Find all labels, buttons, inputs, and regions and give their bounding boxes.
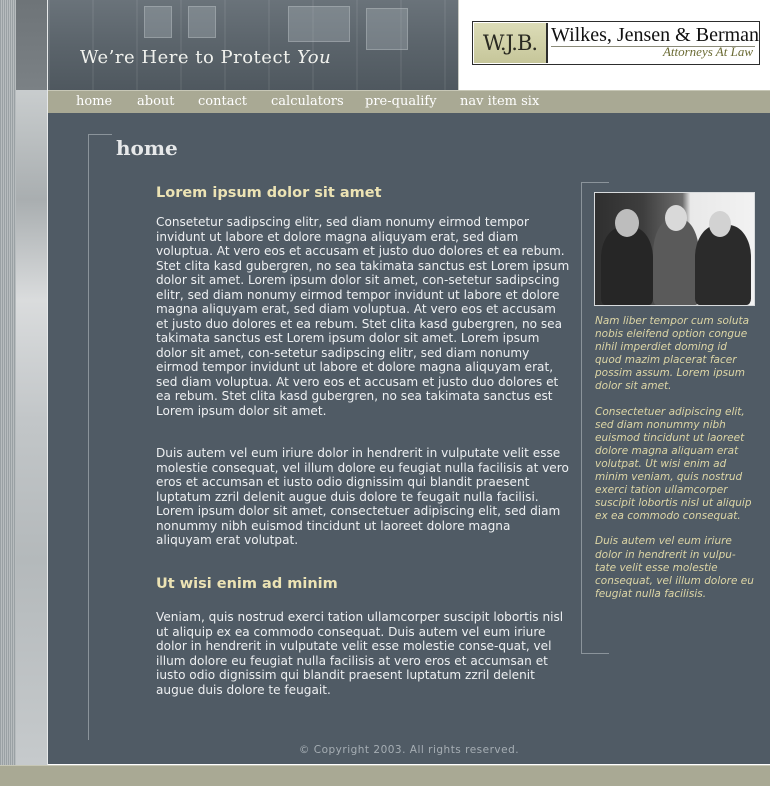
sidebar-paragraph: Duis autem vel eum iriure dolor in hendr… xyxy=(595,535,754,600)
header-banner: We’re Here to Protect You xyxy=(48,0,458,90)
nav-item-six[interactable]: nav item six xyxy=(460,91,539,113)
person-head xyxy=(665,205,687,231)
sidebar-text: Nam liber tempor cum soluta nobis eleife… xyxy=(595,315,755,613)
building-window xyxy=(288,6,350,42)
section-paragraph: Duis autem vel eum iriure dolor in hendr… xyxy=(156,446,569,547)
sidebar-frame-left xyxy=(581,182,582,654)
page-title: home xyxy=(116,136,178,160)
building-window xyxy=(144,6,172,38)
person-figure xyxy=(695,225,751,305)
person-figure xyxy=(653,219,699,305)
tagline-emphasis: You xyxy=(296,47,332,68)
content-frame-left xyxy=(88,134,89,740)
firm-logo[interactable]: W.J.B. Wilkes, Jensen & Berman Attorneys… xyxy=(472,21,760,65)
left-decorative-strip xyxy=(0,0,16,765)
sidebar-frame-bottom xyxy=(581,653,609,654)
nav-item-calculators[interactable]: calculators xyxy=(271,91,344,113)
section-heading: Ut wisi enim ad minim xyxy=(156,576,338,592)
sidebar-frame-top xyxy=(581,182,609,183)
attorneys-photo xyxy=(594,192,755,306)
tagline-prefix: We’re Here to Protect xyxy=(80,47,297,68)
section-heading: Lorem ipsum dolor sit amet xyxy=(156,185,382,201)
nav-item-pre-qualify[interactable]: pre-qualify xyxy=(365,91,437,113)
content-frame-top xyxy=(88,134,112,135)
section-paragraph: Consetetur sadipscing elitr, sed diam no… xyxy=(156,215,570,418)
page: We’re Here to Protect You W.J.B. Wilkes,… xyxy=(0,0,770,786)
building-window xyxy=(366,8,408,50)
sidebar-paragraph: Consectetuer adipiscing elit, sed diam n… xyxy=(595,405,752,523)
logo-monogram: W.J.B. xyxy=(474,23,548,63)
person-head xyxy=(615,209,639,237)
nav-item-contact[interactable]: contact xyxy=(198,91,247,113)
nav-item-home[interactable]: home xyxy=(76,91,112,113)
person-figure xyxy=(601,227,653,305)
left-texture-strip xyxy=(16,0,48,765)
nav-item-about[interactable]: about xyxy=(137,91,175,113)
section-paragraph: Veniam, quis nostrud exerci tation ullam… xyxy=(156,610,564,697)
main-nav: home about contact calculators pre-quali… xyxy=(48,90,770,114)
sidebar-paragraph: Nam liber tempor cum soluta nobis eleife… xyxy=(595,315,750,393)
copyright: © Copyright 2003. All rights reserved. xyxy=(298,744,520,756)
building-window xyxy=(188,6,216,38)
logo-subtitle: Attorneys At Law xyxy=(662,44,753,59)
bottom-bar xyxy=(0,765,770,786)
header-tagline: We’re Here to Protect You xyxy=(80,47,331,68)
person-head xyxy=(709,211,731,237)
